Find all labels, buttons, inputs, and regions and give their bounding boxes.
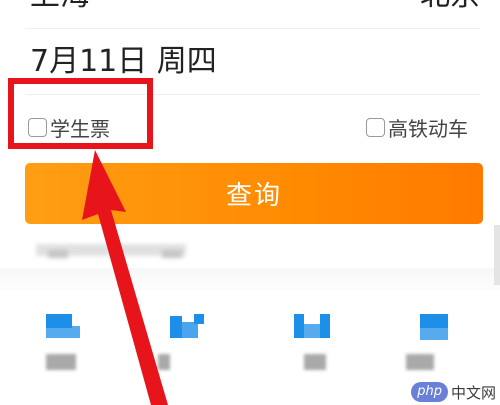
scrollbar[interactable]	[494, 225, 500, 285]
watermark-text: 中文网	[450, 383, 496, 402]
watermark-badge: php	[411, 382, 448, 402]
from-city[interactable]: 上海	[30, 0, 90, 16]
query-button-label: 查询	[225, 181, 282, 211]
shortcut-item[interactable]	[34, 310, 94, 380]
watermark: php 中文网	[411, 380, 496, 404]
query-button[interactable]: 查询	[25, 163, 483, 224]
shortcut-icon-3	[294, 310, 330, 344]
shortcut-icon-1	[46, 310, 80, 344]
divider	[25, 28, 480, 29]
blurred-label	[158, 354, 170, 370]
blurred-text	[48, 250, 68, 258]
section-separator	[0, 268, 500, 290]
shortcut-item[interactable]	[282, 310, 342, 380]
ticket-search-screen: 上海 北京 7月11日 周四 学生票 高铁动车 查询	[0, 0, 500, 405]
to-city[interactable]: 北京	[420, 0, 480, 16]
shortcut-item[interactable]	[406, 310, 466, 380]
shortcut-item[interactable]	[158, 310, 218, 380]
shortcut-icon-4	[418, 310, 452, 344]
annotation-highlight-box	[8, 78, 153, 149]
blurred-label	[406, 354, 434, 370]
blurred-label	[304, 354, 326, 370]
blurred-label	[46, 354, 76, 370]
blurred-text	[162, 250, 182, 258]
route-row: 上海 北京	[0, 0, 500, 16]
shortcut-icon-2	[170, 310, 204, 344]
search-history-blurred	[36, 240, 236, 260]
high-speed-checkbox[interactable]	[366, 117, 385, 137]
high-speed-label: 高铁动车	[388, 116, 468, 141]
high-speed-option[interactable]: 高铁动车	[366, 112, 468, 142]
